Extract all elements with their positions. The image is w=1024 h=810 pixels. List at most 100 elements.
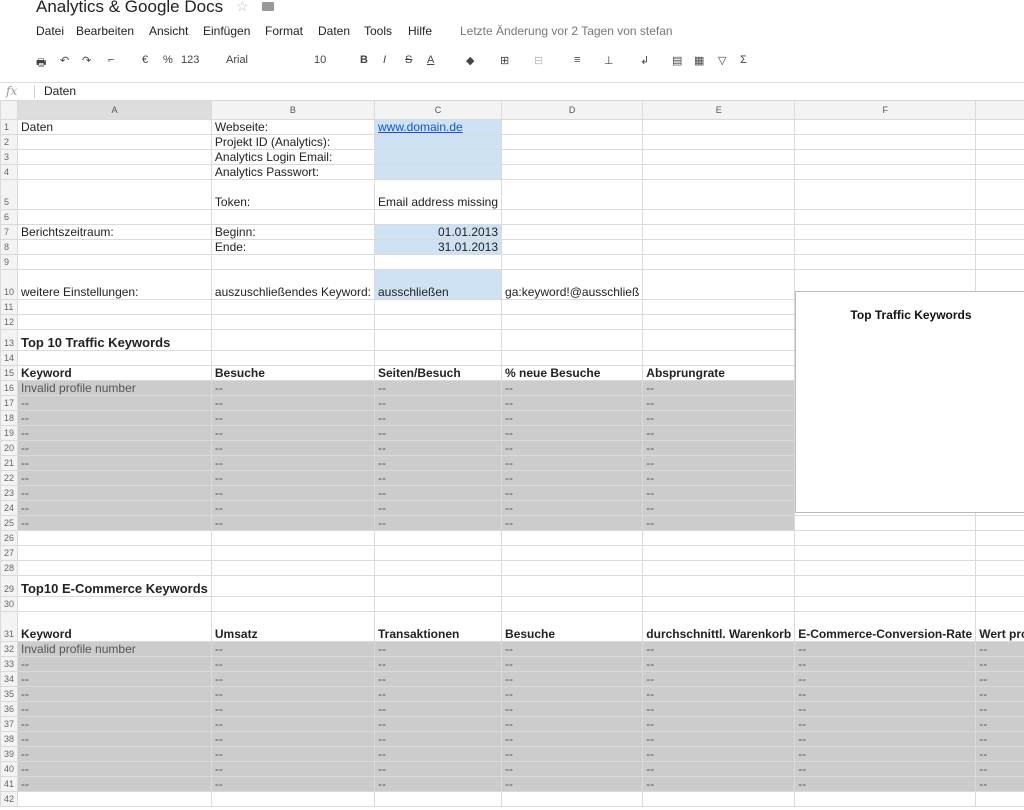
cell[interactable] xyxy=(642,269,796,300)
cell[interactable] xyxy=(975,224,1024,240)
row-header[interactable]: 42 xyxy=(0,791,19,807)
table-header[interactable]: Wert pro Besuch xyxy=(975,611,1024,642)
table-cell[interactable]: -- xyxy=(501,485,644,501)
table-cell[interactable]: -- xyxy=(794,746,977,762)
table-cell[interactable]: -- xyxy=(642,716,796,732)
row-header[interactable]: 8 xyxy=(0,239,19,255)
row-header[interactable]: 4 xyxy=(0,164,19,180)
cell[interactable] xyxy=(501,314,644,330)
cell[interactable] xyxy=(975,239,1024,255)
cell[interactable] xyxy=(17,149,212,165)
cell[interactable] xyxy=(373,149,503,165)
cell[interactable] xyxy=(642,575,796,597)
table-cell[interactable]: -- xyxy=(642,380,796,396)
table-cell[interactable]: -- xyxy=(210,425,375,441)
insert-chart-icon[interactable]: ▦ xyxy=(694,54,704,67)
cell[interactable] xyxy=(642,791,796,807)
cell[interactable] xyxy=(17,299,212,315)
cell[interactable] xyxy=(794,254,977,270)
table-header[interactable]: Keyword xyxy=(17,611,212,642)
cell[interactable] xyxy=(17,530,212,546)
table-cell[interactable]: -- xyxy=(501,425,644,441)
cell[interactable] xyxy=(794,209,977,225)
table-cell[interactable]: -- xyxy=(501,440,644,456)
row-header[interactable]: 14 xyxy=(0,350,19,366)
cell[interactable] xyxy=(794,119,977,135)
table-cell[interactable]: -- xyxy=(17,485,212,501)
cell[interactable] xyxy=(501,329,644,351)
font-size-select[interactable]: 10 xyxy=(314,54,326,66)
cell[interactable] xyxy=(642,224,796,240)
cell[interactable] xyxy=(975,119,1024,135)
table-cell[interactable]: -- xyxy=(642,746,796,762)
table-header[interactable]: % neue Besuche xyxy=(501,365,644,381)
cell[interactable] xyxy=(373,560,503,576)
cell[interactable] xyxy=(975,575,1024,597)
cell[interactable] xyxy=(642,119,796,135)
corner-cell[interactable] xyxy=(0,100,19,120)
table-cell[interactable]: -- xyxy=(17,731,212,747)
table-cell[interactable]: -- xyxy=(975,746,1024,762)
table-header[interactable]: E-Commerce-Conversion-Rate xyxy=(794,611,977,642)
table-cell[interactable]: Invalid profile number xyxy=(17,641,212,657)
table-header[interactable]: Transaktionen xyxy=(373,611,503,642)
table-cell[interactable]: -- xyxy=(501,671,644,687)
cell[interactable] xyxy=(210,299,375,315)
cell[interactable] xyxy=(373,299,503,315)
cell[interactable] xyxy=(501,596,644,612)
cell[interactable]: Email address missing xyxy=(373,179,503,210)
table-cell[interactable]: -- xyxy=(373,410,503,426)
strikethrough-button[interactable]: S xyxy=(405,54,412,66)
row-header[interactable]: 31 xyxy=(0,611,19,642)
table-cell[interactable]: -- xyxy=(794,701,977,717)
col-header-a[interactable]: A xyxy=(17,100,212,120)
table-cell[interactable]: -- xyxy=(794,776,977,792)
cell[interactable] xyxy=(501,134,644,150)
table-cell[interactable]: -- xyxy=(17,776,212,792)
cell[interactable] xyxy=(17,164,212,180)
cell[interactable] xyxy=(210,314,375,330)
bold-button[interactable]: B xyxy=(360,54,368,66)
cell[interactable]: ga:keyword!@ausschließ xyxy=(501,269,644,300)
table-cell[interactable]: -- xyxy=(17,500,212,516)
cell[interactable] xyxy=(210,350,375,366)
cell[interactable] xyxy=(501,239,644,255)
table-cell[interactable]: -- xyxy=(975,731,1024,747)
table-cell[interactable]: -- xyxy=(210,380,375,396)
table-cell[interactable]: -- xyxy=(210,440,375,456)
table-cell[interactable]: -- xyxy=(373,716,503,732)
borders-icon[interactable]: ⊞ xyxy=(500,54,509,67)
percent-button[interactable]: % xyxy=(163,54,173,66)
table-cell[interactable]: -- xyxy=(642,701,796,717)
cell[interactable]: Analytics Passwort: xyxy=(210,164,375,180)
cell[interactable] xyxy=(210,560,375,576)
table-cell[interactable]: -- xyxy=(975,641,1024,657)
table-cell[interactable]: -- xyxy=(373,641,503,657)
col-header-f[interactable]: F xyxy=(794,100,977,120)
table-cell[interactable]: -- xyxy=(210,761,375,777)
cell[interactable] xyxy=(17,314,212,330)
row-header[interactable]: 34 xyxy=(0,671,19,687)
table-cell[interactable]: -- xyxy=(501,731,644,747)
row-header[interactable]: 18 xyxy=(0,410,19,426)
cell[interactable] xyxy=(975,530,1024,546)
cell[interactable]: auszuschließendes Keyword: xyxy=(210,269,375,300)
cell[interactable] xyxy=(373,164,503,180)
table-cell[interactable]: -- xyxy=(373,761,503,777)
table-header[interactable]: Absprungrate xyxy=(642,365,796,381)
cell[interactable] xyxy=(210,791,375,807)
table-cell[interactable]: -- xyxy=(794,671,977,687)
cell[interactable]: Ende: xyxy=(210,239,375,255)
row-header[interactable]: 36 xyxy=(0,701,19,717)
table-cell[interactable]: -- xyxy=(642,731,796,747)
table-cell[interactable]: -- xyxy=(210,410,375,426)
table-cell[interactable]: -- xyxy=(17,701,212,717)
cell[interactable] xyxy=(794,560,977,576)
table-header[interactable]: Umsatz xyxy=(210,611,375,642)
table-cell[interactable]: -- xyxy=(642,761,796,777)
cell[interactable] xyxy=(373,134,503,150)
cell[interactable] xyxy=(501,119,644,135)
cell[interactable] xyxy=(210,575,375,597)
last-edit-notice[interactable]: Letzte Änderung vor 2 Tagen von stefan xyxy=(460,24,673,38)
cell[interactable] xyxy=(794,224,977,240)
